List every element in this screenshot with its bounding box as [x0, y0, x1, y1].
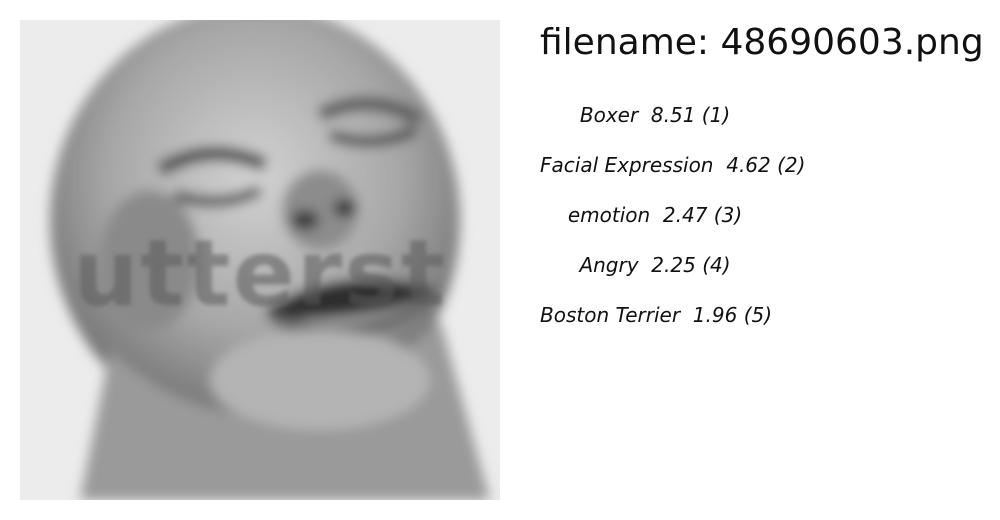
prediction-item: Angry 2.25 (4) — [540, 250, 770, 300]
prediction-label: emotion — [567, 203, 651, 227]
prediction-label: Boxer — [579, 103, 639, 127]
face-photo: utterst — [20, 20, 500, 500]
prediction-score: 2.47 — [662, 203, 708, 227]
prediction-rank: (4) — [702, 253, 731, 277]
prediction-label: Facial Expression — [540, 153, 714, 177]
prediction-rank: (3) — [713, 203, 743, 227]
prediction-score: 1.96 — [692, 303, 738, 327]
filename-title: filename: 48690603.png — [540, 22, 984, 63]
prediction-score: 2.25 — [651, 253, 696, 277]
prediction-score: 8.51 — [650, 103, 696, 127]
prediction-item: Boxer 8.51 (1) — [540, 100, 770, 150]
prediction-label: Angry — [579, 253, 639, 277]
prediction-item: Boston Terrier 1.96 (5) — [540, 300, 773, 350]
prediction-rank: (1) — [701, 103, 731, 127]
prediction-list: Boxer 8.51 (1) Facial Expression 4.62 (2… — [540, 100, 805, 350]
prediction-label: Boston Terrier — [540, 303, 681, 327]
prediction-score: 4.62 — [726, 153, 771, 177]
watermark: utterst — [73, 220, 447, 327]
prediction-item: Facial Expression 4.62 (2) — [540, 150, 805, 200]
prediction-item: emotion 2.47 (3) — [540, 200, 770, 250]
prediction-rank: (5) — [743, 303, 773, 327]
prediction-rank: (2) — [777, 153, 806, 177]
